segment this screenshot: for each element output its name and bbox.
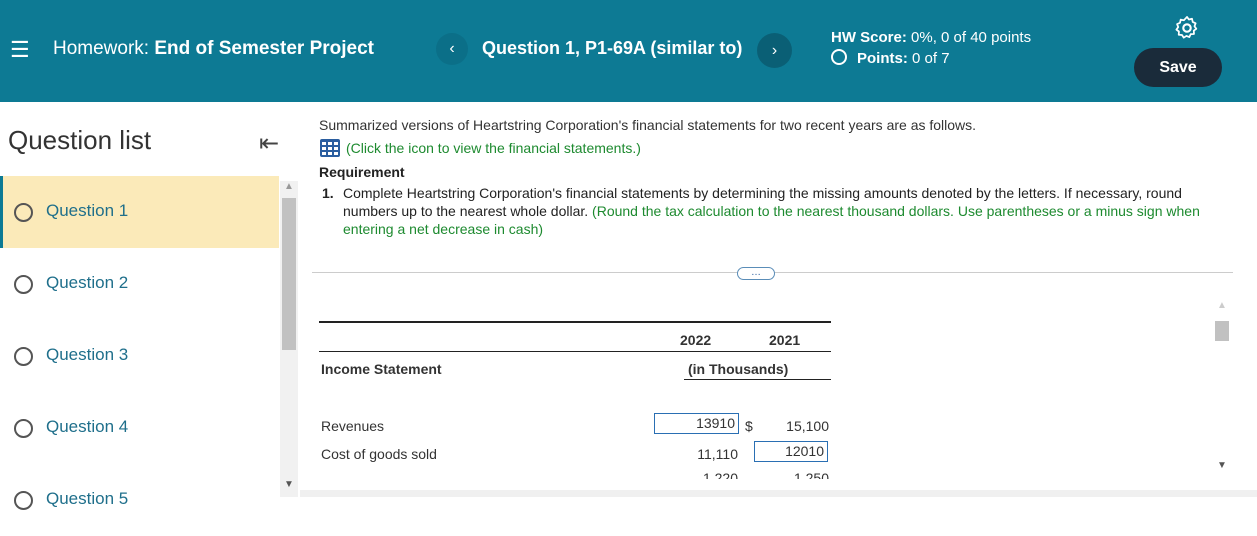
hw-score-label: HW Score: — [831, 29, 907, 46]
row-label-cogs: Cost of goods sold — [321, 446, 437, 462]
chevron-left-icon: ‹ — [449, 40, 455, 57]
table-top-rule — [319, 321, 831, 323]
problem-intro: Summarized versions of Heartstring Corpo… — [319, 117, 977, 133]
gear-icon[interactable] — [1173, 14, 1201, 42]
hw-score-value: 0%, 0 of 40 points — [911, 29, 1032, 46]
save-button[interactable]: Save — [1134, 48, 1222, 87]
financial-statements-link[interactable]: (Click the icon to view the financial st… — [346, 140, 641, 156]
row-label-revenues: Revenues — [321, 418, 385, 434]
question-list-title: Question list — [8, 125, 152, 155]
question-label: Question 2 — [46, 273, 129, 292]
status-circle-icon — [14, 203, 33, 222]
question-list-panel: Question list ⇤ Question 1 Question 2 Qu… — [0, 102, 300, 510]
bottom-edge — [300, 490, 1257, 497]
hamburger-icon[interactable]: ☰ — [10, 37, 30, 63]
income-statement-heading: Income Statement — [321, 361, 442, 377]
scroll-up-icon[interactable]: ▲ — [284, 181, 294, 192]
units-label: (in Thousands) — [688, 361, 789, 377]
scroll-down-icon[interactable]: ▼ — [284, 479, 294, 490]
table-header-rule — [319, 351, 831, 352]
question-list-item-3[interactable]: Question 3 — [0, 320, 279, 392]
column-header-2022: 2022 — [680, 332, 712, 348]
column-header-2021: 2021 — [769, 332, 801, 348]
top-bar: ☰ Homework: End of Semester Project ‹ Qu… — [0, 0, 1257, 102]
points-value: 0 of 7 — [912, 50, 950, 67]
revenues-2022-input[interactable]: 13910 — [654, 413, 739, 434]
question-list-item-2[interactable]: Question 2 — [0, 248, 279, 320]
spreadsheet-icon[interactable] — [320, 139, 340, 157]
question-label: Question 4 — [46, 417, 129, 436]
content-scrollbar[interactable]: ▲ ▼ — [1213, 300, 1230, 476]
question-list-item-5[interactable]: Question 5 — [0, 464, 279, 536]
sidebar-scrollbar[interactable]: ▲ ▼ — [280, 181, 298, 497]
revenues-2021-value: 15,100 — [786, 418, 829, 434]
cogs-2022-value: 11,110 — [697, 446, 738, 462]
scrollbar-thumb[interactable] — [1215, 321, 1229, 341]
status-circle-icon — [14, 347, 33, 366]
points-score: Points: 0 of 7 — [831, 49, 950, 67]
homework-prefix: Homework: — [53, 38, 150, 59]
row3-2021-value: 1,250 — [793, 470, 829, 479]
previous-question-button[interactable]: ‹ — [436, 33, 468, 65]
cogs-2021-input[interactable]: 12010 — [754, 441, 828, 462]
homework-name: End of Semester Project — [154, 38, 374, 59]
scroll-up-icon[interactable]: ▲ — [1217, 300, 1227, 311]
units-rule — [684, 379, 831, 380]
scrollbar-thumb[interactable] — [282, 198, 296, 350]
question-content: Summarized versions of Heartstring Corpo… — [300, 102, 1257, 497]
hw-score: HW Score: 0%, 0 of 40 points — [831, 29, 1031, 46]
scroll-down-icon[interactable]: ▼ — [1217, 460, 1227, 471]
row3-2022-value: 1,220 — [702, 470, 738, 479]
status-circle-icon — [14, 491, 33, 510]
question-label: Question 5 — [46, 489, 129, 508]
currency-symbol: $ — [745, 418, 753, 434]
requirement-heading: Requirement — [319, 164, 405, 180]
collapse-left-icon[interactable]: ⇤ — [259, 129, 279, 158]
expand-more-button[interactable]: … — [737, 267, 775, 280]
status-circle-icon — [14, 419, 33, 438]
question-list-item-1[interactable]: Question 1 — [0, 176, 279, 248]
requirement-text: 1. Complete Heartstring Corporation's fi… — [319, 184, 1234, 238]
progress-circle-icon — [831, 49, 847, 65]
requirement-number: 1. — [322, 185, 334, 201]
question-title: Question 1, P1-69A (similar to) — [482, 38, 743, 58]
question-list-item-4[interactable]: Question 4 — [0, 392, 279, 464]
status-circle-icon — [14, 275, 33, 294]
homework-title: Homework: End of Semester Project — [53, 38, 374, 60]
next-question-button[interactable]: › — [757, 33, 792, 68]
question-label: Question 1 — [46, 201, 129, 220]
question-label: Question 3 — [46, 345, 129, 364]
chevron-right-icon: › — [771, 42, 778, 59]
points-label: Points: — [857, 50, 908, 67]
